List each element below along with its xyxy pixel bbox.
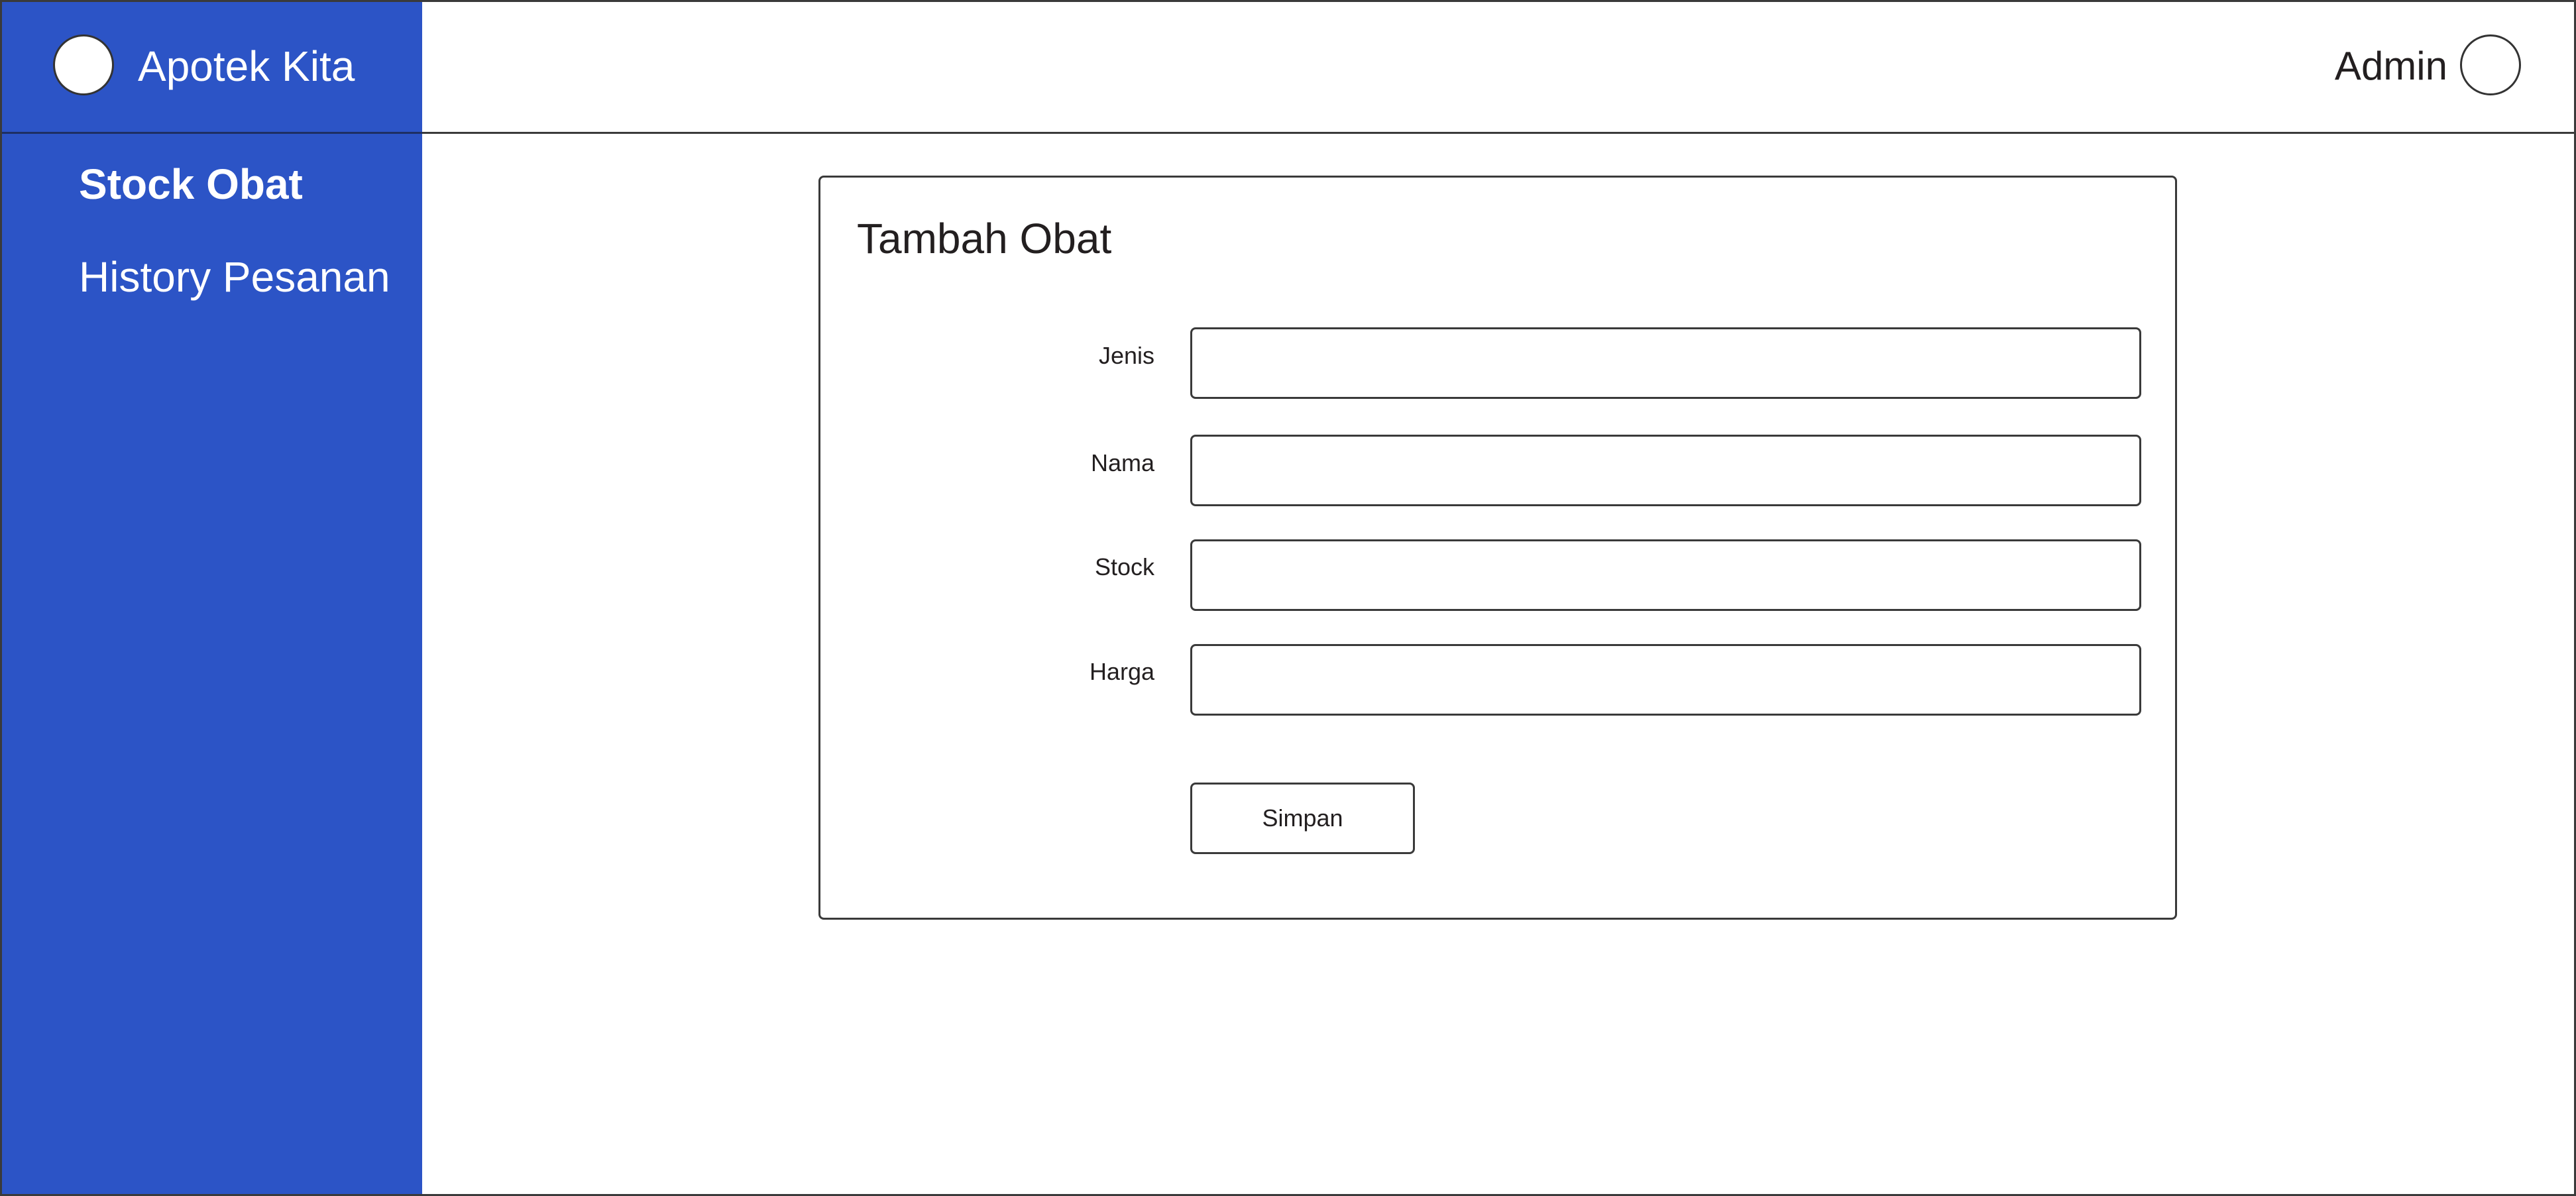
logo-circle-icon	[53, 34, 114, 95]
sidebar-item-stock-obat[interactable]: Stock Obat	[79, 156, 303, 212]
sidebar: Apotek Kita Stock Obat History Pesanan	[0, 0, 422, 1196]
harga-input[interactable]	[1190, 644, 2141, 716]
brand: Apotek Kita	[0, 0, 422, 134]
save-button[interactable]: Simpan	[1190, 783, 1415, 854]
nama-input[interactable]	[1190, 435, 2141, 506]
app-name: Apotek Kita	[138, 42, 355, 90]
avatar-icon[interactable]	[2460, 34, 2521, 95]
sidebar-item-history-pesanan[interactable]: History Pesanan	[79, 249, 390, 305]
stock-input[interactable]	[1190, 539, 2141, 611]
jenis-label: Jenis	[1098, 342, 1154, 369]
form-title: Tambah Obat	[857, 215, 1112, 262]
harga-label: Harga	[1089, 658, 1154, 685]
stock-label: Stock	[1094, 553, 1154, 580]
jenis-input[interactable]	[1190, 327, 2141, 399]
user-name: Admin	[2334, 44, 2447, 88]
add-medicine-form: Tambah Obat Jenis Nama Stock Harga Simpa…	[818, 176, 2177, 920]
top-bar: Admin	[422, 0, 2576, 134]
nama-label: Nama	[1090, 449, 1154, 476]
